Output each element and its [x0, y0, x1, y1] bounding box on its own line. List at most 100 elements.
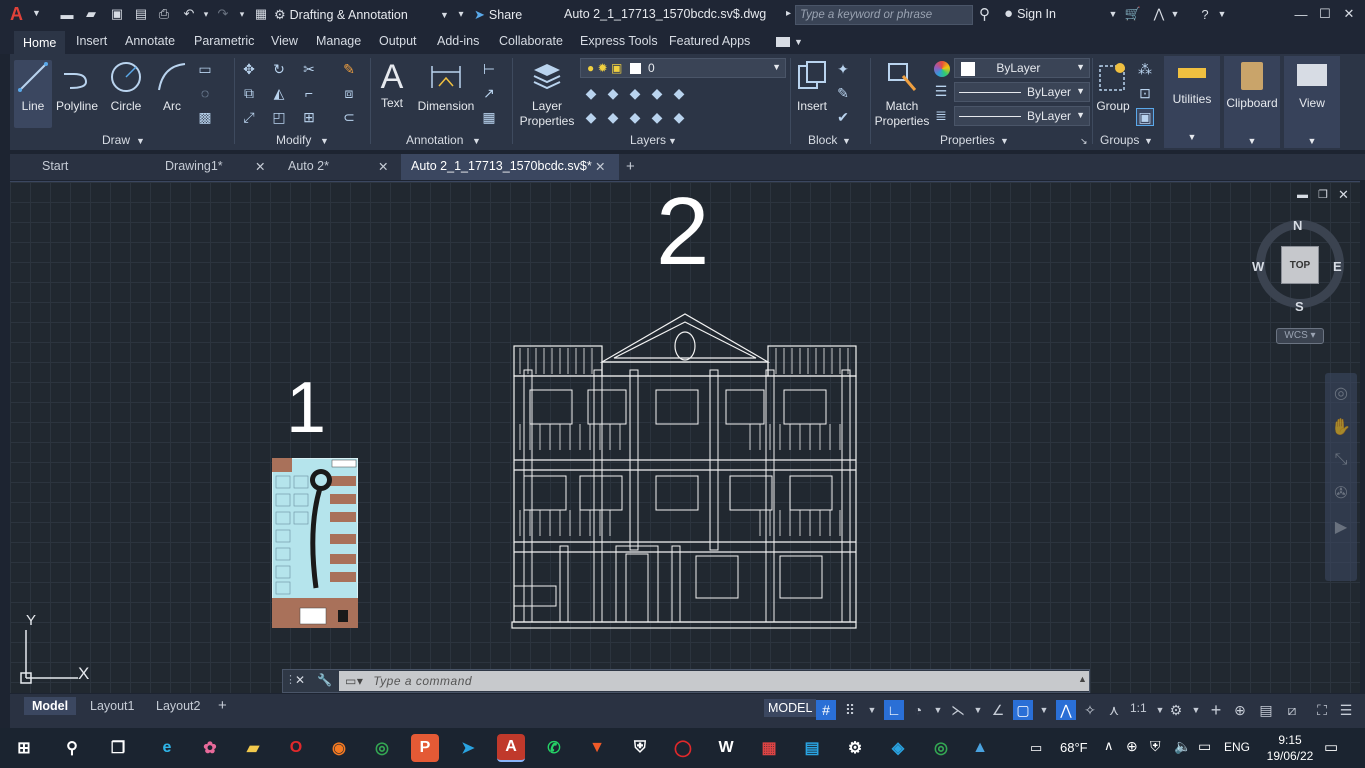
- weather-icon[interactable]: ▭: [1030, 740, 1042, 756]
- viewcube-south[interactable]: S: [1295, 299, 1304, 314]
- edge-browser-icon[interactable]: e: [153, 734, 181, 762]
- sign-in-dropdown-icon[interactable]: ▼: [1104, 5, 1122, 23]
- groups-panel-dropdown-icon[interactable]: ▼: [1144, 136, 1153, 146]
- viewcube-north[interactable]: N: [1293, 218, 1302, 233]
- annotation-visibility-icon[interactable]: ⋀: [1056, 700, 1076, 720]
- workspace-dropdown-icon[interactable]: ▼: [1186, 700, 1206, 720]
- explode-icon[interactable]: ⧈: [340, 84, 358, 102]
- lineweight-dropdown[interactable]: ByLayer ▼: [954, 106, 1090, 126]
- firefox-icon[interactable]: ◉: [325, 734, 353, 762]
- photos-icon[interactable]: ▲: [966, 734, 994, 762]
- building-elevation-drawing[interactable]: [510, 310, 860, 630]
- app-dropdown-icon[interactable]: ▼: [1166, 5, 1184, 23]
- undo-dropdown-icon[interactable]: ▾: [197, 5, 215, 23]
- pan-hand-icon[interactable]: ✋: [1325, 417, 1357, 437]
- tab-featured-apps[interactable]: Featured Apps: [669, 34, 750, 48]
- rotate-icon[interactable]: ↻: [270, 60, 288, 78]
- new-tab-plus-icon[interactable]: +: [626, 158, 635, 175]
- color-dropdown[interactable]: ByLayer ▼: [954, 58, 1090, 78]
- clipboard-button[interactable]: Clipboard ▼: [1224, 56, 1280, 148]
- tab-express-tools[interactable]: Express Tools: [580, 34, 658, 48]
- network-globe-icon[interactable]: ⊕: [1126, 738, 1138, 755]
- opera-gx-icon[interactable]: ◯: [669, 734, 697, 762]
- customize-wrench-icon[interactable]: 🔧: [317, 673, 332, 687]
- customize-toolbar-icon[interactable]: ▾: [452, 5, 470, 23]
- tab-add-ins[interactable]: Add-ins: [437, 34, 479, 48]
- group-selection-icon[interactable]: ▣: [1136, 108, 1154, 126]
- insert-block-button[interactable]: Insert: [792, 60, 832, 113]
- snap-icon[interactable]: ⠿: [840, 700, 860, 720]
- fillet-icon[interactable]: ⌐: [300, 84, 318, 102]
- tab-output[interactable]: Output: [379, 34, 417, 48]
- layer-tool-icon[interactable]: ◆: [582, 84, 600, 102]
- scale-icon[interactable]: ◰: [270, 108, 288, 126]
- layer-properties-button[interactable]: Layer Properties: [516, 60, 578, 129]
- language-indicator[interactable]: ENG: [1224, 740, 1250, 754]
- tab-annotate[interactable]: Annotate: [125, 34, 175, 48]
- doc-tab-drawing1[interactable]: Drawing1* ✕: [155, 154, 273, 180]
- properties-launcher-icon[interactable]: ↘: [1080, 136, 1088, 147]
- orbit-icon[interactable]: ✇: [1325, 483, 1357, 503]
- close-tab-icon[interactable]: ✕: [378, 159, 388, 174]
- showmotion-icon[interactable]: ▶: [1325, 517, 1357, 537]
- ribbon-options-dropdown-icon[interactable]: ▼: [794, 37, 803, 47]
- search-input[interactable]: Type a keyword or phrase: [795, 5, 973, 25]
- brave-icon[interactable]: ▼: [583, 734, 611, 762]
- doc-tab-auto2[interactable]: Auto 2* ✕: [278, 154, 396, 180]
- clock[interactable]: 9:15 19/06/22: [1260, 732, 1320, 764]
- tab-parametric[interactable]: Parametric: [194, 34, 254, 48]
- task-view-icon[interactable]: ❐: [104, 734, 132, 762]
- annotation-scale-icon[interactable]: ⋏: [1104, 700, 1124, 720]
- leader-icon[interactable]: ↗: [480, 84, 498, 102]
- layer-tool-icon[interactable]: ◆: [582, 108, 600, 126]
- viewcube-west[interactable]: W: [1252, 259, 1264, 274]
- graphics-performance-icon[interactable]: ⧄: [1282, 700, 1302, 720]
- modify-panel-title[interactable]: Modify: [276, 133, 311, 147]
- drawing-canvas[interactable]: ▬ ❐ ✕ 2 1 TOP N S E W WCS ▾ ◎ ✋ ⤡ ✇ ▶ Y …: [10, 181, 1360, 693]
- layer-tool-icon[interactable]: ◆: [626, 84, 644, 102]
- redo-dropdown-icon[interactable]: ▾: [233, 5, 251, 23]
- search-icon[interactable]: ⚲: [979, 5, 990, 23]
- layer-tool-icon[interactable]: ◆: [670, 108, 688, 126]
- layout-tab-layout2[interactable]: Layout2: [148, 697, 208, 715]
- ungroup-icon[interactable]: ⁂: [1136, 60, 1154, 78]
- layer-tool-icon[interactable]: ◆: [648, 108, 666, 126]
- rectangle-icon[interactable]: ▭: [196, 60, 214, 78]
- save-to-web-icon[interactable]: ▦: [252, 5, 270, 23]
- telegram-icon[interactable]: ➤: [454, 734, 482, 762]
- annotation-panel-dropdown-icon[interactable]: ▼: [472, 136, 481, 146]
- object-snap-dropdown-icon[interactable]: ▼: [1034, 700, 1054, 720]
- chrome-profile-icon[interactable]: ◎: [927, 734, 955, 762]
- search-expand-icon[interactable]: ▸: [786, 8, 791, 19]
- polar-dropdown-icon[interactable]: ▼: [928, 700, 948, 720]
- notifications-icon[interactable]: ▭: [1324, 738, 1338, 756]
- new-file-icon[interactable]: ▬: [58, 5, 76, 23]
- settings-gear-icon[interactable]: ⚙: [841, 734, 869, 762]
- winrar-icon[interactable]: ▦: [755, 734, 783, 762]
- block-panel-title[interactable]: Block: [808, 133, 837, 147]
- object-snap-icon[interactable]: ▢: [1013, 700, 1033, 720]
- tab-insert[interactable]: Insert: [76, 34, 107, 48]
- tab-manage[interactable]: Manage: [316, 34, 361, 48]
- text-tool-button[interactable]: A Text: [374, 60, 410, 110]
- file-explorer-icon[interactable]: ▰: [239, 734, 267, 762]
- windows-start-icon[interactable]: ⊞: [10, 734, 38, 762]
- command-history-up-icon[interactable]: ▲: [1078, 674, 1087, 684]
- layer-tool-icon[interactable]: ◆: [604, 84, 622, 102]
- groups-panel-title[interactable]: Groups: [1100, 133, 1139, 147]
- line-tool-button[interactable]: Line: [14, 60, 52, 128]
- draw-panel-title[interactable]: Draw: [102, 133, 130, 147]
- open-file-icon[interactable]: ▰: [82, 5, 100, 23]
- layout-tab-model[interactable]: Model: [24, 697, 77, 715]
- security-shield-icon[interactable]: ⛨: [626, 734, 654, 762]
- recent-commands-icon[interactable]: ▭▾: [345, 674, 363, 688]
- color-wheel-icon[interactable]: [934, 61, 950, 77]
- block-panel-dropdown-icon[interactable]: ▼: [842, 136, 851, 146]
- volume-icon[interactable]: 🔈: [1174, 738, 1191, 755]
- tab-home[interactable]: Home: [14, 31, 66, 54]
- app-menu-arrow-icon[interactable]: ▼: [32, 8, 41, 18]
- sign-in-button[interactable]: ● Sign In: [1004, 5, 1056, 22]
- model-space-button[interactable]: MODEL: [764, 699, 817, 717]
- auto-scale-icon[interactable]: ✧: [1080, 700, 1100, 720]
- edit-block-icon[interactable]: ✎: [834, 84, 852, 102]
